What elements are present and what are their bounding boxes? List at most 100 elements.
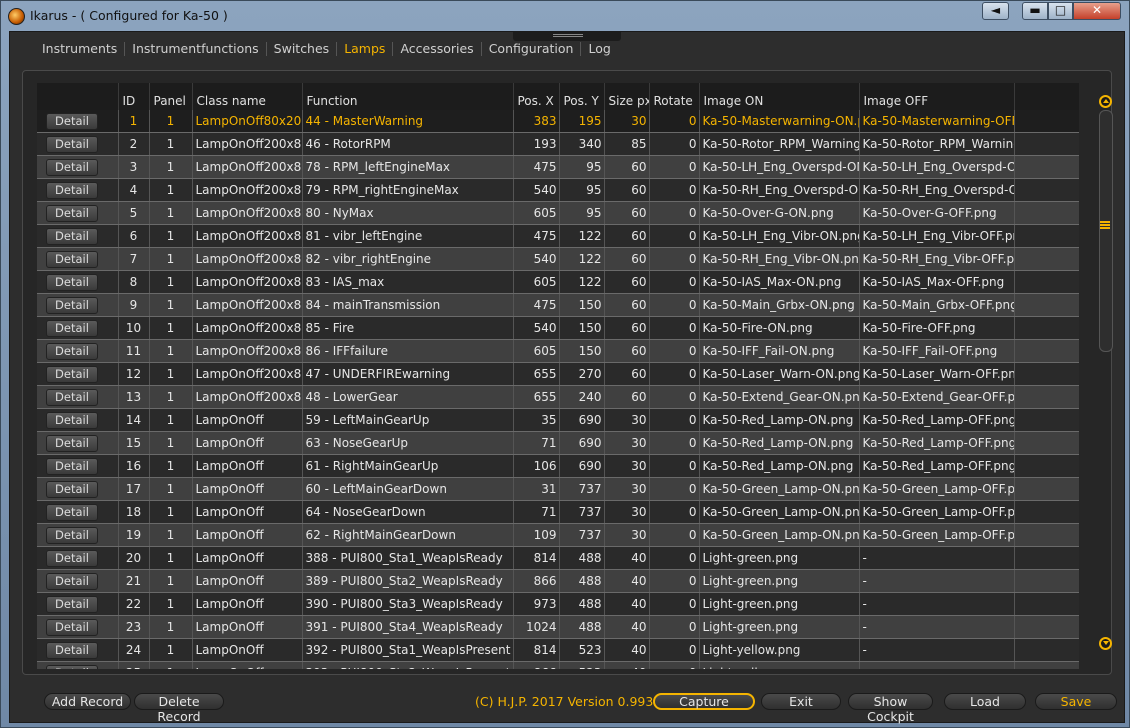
cell-id[interactable]: 12	[118, 362, 150, 386]
cell-id[interactable]: 11	[118, 339, 150, 363]
table-row[interactable]: Detail 17 1 LampOnOff 60 - LeftMainGearDown 3…	[37, 477, 1079, 501]
cell-image-on[interactable]: Light-green.png	[699, 546, 860, 570]
cell-function[interactable]: 84 - mainTransmission	[302, 293, 514, 317]
cell-pos-y[interactable]: 340	[559, 132, 605, 156]
table-row[interactable]: Detail 15 1 LampOnOff 63 - NoseGearUp 71 690 30…	[37, 431, 1079, 455]
cell-pos-x[interactable]: 655	[513, 385, 560, 409]
detail-button[interactable]: Detail	[46, 296, 98, 314]
cell-image-off[interactable]: Ka-50-IAS_Max-OFF.png	[859, 270, 1015, 294]
table-row[interactable]: Detail 8 1 LampOnOff200x80 83 - IAS_max 605 12…	[37, 270, 1079, 294]
cell-size-px[interactable]: 60	[604, 339, 650, 363]
cell-image-on[interactable]: Ka-50-Green_Lamp-ON.png	[699, 523, 860, 547]
add-record-button[interactable]: Add Record	[44, 693, 131, 710]
cell-class-name[interactable]: LampOnOff	[192, 454, 303, 478]
cell-class-name[interactable]: LampOnOff200x80	[192, 362, 303, 386]
cell-image-on[interactable]: Light-green.png	[699, 569, 860, 593]
cell-pos-y[interactable]: 523	[559, 661, 605, 669]
detail-button[interactable]: Detail	[46, 595, 98, 613]
cell-id[interactable]: 10	[118, 316, 150, 340]
cell-id[interactable]: 18	[118, 500, 150, 524]
cell-rotate[interactable]: 0	[649, 454, 700, 478]
table-row[interactable]: Detail 11 1 LampOnOff200x80 86 - IFFfailure 6…	[37, 339, 1079, 363]
table-row[interactable]: Detail 9 1 LampOnOff200x80 84 - mainTransmis…	[37, 293, 1079, 317]
tab-accessories[interactable]: Accessories	[393, 42, 482, 56]
cell-pos-x[interactable]: 106	[513, 454, 560, 478]
detail-button[interactable]: Detail	[46, 204, 98, 222]
cell-panel[interactable]: 1	[149, 500, 193, 524]
cell-panel[interactable]: 1	[149, 477, 193, 501]
cell-id[interactable]: 7	[118, 247, 150, 271]
cell-size-px[interactable]: 60	[604, 270, 650, 294]
cell-pos-x[interactable]: 814	[513, 638, 560, 662]
cell-image-off[interactable]: Ka-50-IFF_Fail-OFF.png	[859, 339, 1015, 363]
cell-panel[interactable]: 1	[149, 385, 193, 409]
cell-rotate[interactable]: 0	[649, 477, 700, 501]
cell-function[interactable]: 78 - RPM_leftEngineMax	[302, 155, 514, 179]
cell-size-px[interactable]: 40	[604, 638, 650, 662]
cell-id[interactable]: 20	[118, 546, 150, 570]
cell-rotate[interactable]: 0	[649, 155, 700, 179]
column-header-class-name[interactable]: Class name	[192, 83, 303, 110]
detail-button[interactable]: Detail	[46, 618, 98, 636]
cell-panel[interactable]: 1	[149, 178, 193, 202]
cell-image-on[interactable]: Ka-50-Red_Lamp-ON.png	[699, 408, 860, 432]
detail-button[interactable]: Detail	[46, 365, 98, 383]
cell-rotate[interactable]: 0	[649, 132, 700, 156]
cell-function[interactable]: 47 - UNDERFIREwarning	[302, 362, 514, 386]
cell-id[interactable]: 14	[118, 408, 150, 432]
cell-pos-y[interactable]: 240	[559, 385, 605, 409]
cell-class-name[interactable]: LampOnOff200x80	[192, 270, 303, 294]
cell-pos-y[interactable]: 690	[559, 431, 605, 455]
cell-rotate[interactable]: 0	[649, 201, 700, 225]
cell-image-on[interactable]: Ka-50-LH_Eng_Vibr-ON.png	[699, 224, 860, 248]
title-bar[interactable]: Ikarus - ( Configured for Ka-50 ) ◄ ▬ □ …	[1, 1, 1129, 31]
cell-rotate[interactable]: 0	[649, 270, 700, 294]
cell-id[interactable]: 4	[118, 178, 150, 202]
cell-panel[interactable]: 1	[149, 615, 193, 639]
cell-pos-x[interactable]: 35	[513, 408, 560, 432]
cell-panel[interactable]: 1	[149, 155, 193, 179]
cell-image-on[interactable]: Ka-50-Red_Lamp-ON.png	[699, 454, 860, 478]
cell-id[interactable]: 17	[118, 477, 150, 501]
cell-panel[interactable]: 1	[149, 270, 193, 294]
cell-rotate[interactable]: 0	[649, 500, 700, 524]
cell-id[interactable]: 2	[118, 132, 150, 156]
cell-pos-x[interactable]: 605	[513, 201, 560, 225]
cell-function[interactable]: 61 - RightMainGearUp	[302, 454, 514, 478]
cell-image-on[interactable]: Light-yellow.png	[699, 661, 860, 669]
cell-pos-y[interactable]: 690	[559, 454, 605, 478]
scroll-down-icon[interactable]	[1099, 637, 1112, 650]
cell-size-px[interactable]: 60	[604, 247, 650, 271]
cell-pos-x[interactable]: 71	[513, 500, 560, 524]
show-cockpit-button[interactable]: Show Cockpit	[848, 693, 933, 724]
cell-pos-x[interactable]: 475	[513, 224, 560, 248]
cell-size-px[interactable]: 30	[604, 408, 650, 432]
cell-rotate[interactable]: 0	[649, 592, 700, 616]
table-row[interactable]: Detail 10 1 LampOnOff200x80 85 - Fire 540 150 6…	[37, 316, 1079, 340]
cell-pos-y[interactable]: 488	[559, 592, 605, 616]
table-row[interactable]: Detail 3 1 LampOnOff200x80 78 - RPM_leftEngi…	[37, 155, 1079, 179]
cell-pos-y[interactable]: 690	[559, 408, 605, 432]
cell-pos-y[interactable]: 95	[559, 201, 605, 225]
cell-rotate[interactable]: 0	[649, 385, 700, 409]
cell-class-name[interactable]: LampOnOff200x80	[192, 178, 303, 202]
cell-image-off[interactable]: Ka-50-LH_Eng_Overspd-OFF	[859, 155, 1015, 179]
cell-image-off[interactable]: Ka-50-Red_Lamp-OFF.png	[859, 431, 1015, 455]
cell-image-on[interactable]: Ka-50-Green_Lamp-ON.png	[699, 500, 860, 524]
table-row[interactable]: Detail 21 1 LampOnOff 389 - PUI800_Sta2_Weap…	[37, 569, 1079, 593]
cell-size-px[interactable]: 60	[604, 178, 650, 202]
cell-class-name[interactable]: LampOnOff	[192, 500, 303, 524]
cell-image-off[interactable]: Ka-50-RH_Eng_Vibr-OFF.png	[859, 247, 1015, 271]
cell-image-on[interactable]: Ka-50-LH_Eng_Overspd-ON.p	[699, 155, 860, 179]
cell-rotate[interactable]: 0	[649, 178, 700, 202]
cell-panel[interactable]: 1	[149, 362, 193, 386]
cell-class-name[interactable]: LampOnOff200x80	[192, 247, 303, 271]
cell-panel[interactable]: 1	[149, 546, 193, 570]
cell-rotate[interactable]: 0	[649, 293, 700, 317]
cell-image-on[interactable]: Ka-50-Red_Lamp-ON.png	[699, 431, 860, 455]
column-header-pos-x[interactable]: Pos. X	[513, 83, 560, 110]
cell-size-px[interactable]: 30	[604, 454, 650, 478]
cell-pos-y[interactable]: 737	[559, 477, 605, 501]
cell-rotate[interactable]: 0	[649, 224, 700, 248]
cell-function[interactable]: 85 - Fire	[302, 316, 514, 340]
